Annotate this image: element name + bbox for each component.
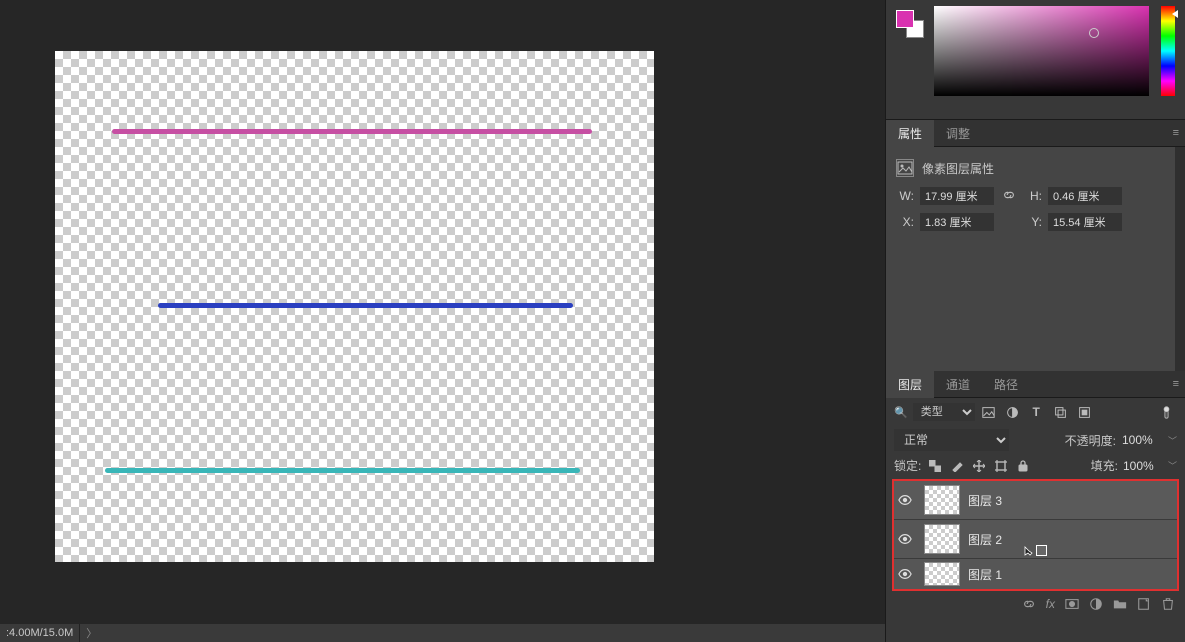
height-field[interactable] (1048, 187, 1122, 205)
mask-icon[interactable] (1065, 597, 1079, 614)
status-bar: :4.00M/15.0M 〉 (0, 624, 885, 642)
tab-properties[interactable]: 属性 (886, 120, 934, 147)
canvas-workspace: :4.00M/15.0M 〉 (0, 0, 885, 642)
properties-tab-row: 属性 调整 ≡ (886, 120, 1185, 147)
opacity-label: 不透明度: (1065, 432, 1116, 449)
link-layers-icon[interactable] (1022, 597, 1036, 614)
layer-thumbnail[interactable] (924, 562, 960, 586)
color-field-cursor (1089, 28, 1099, 38)
filter-adjustment-icon[interactable] (1002, 404, 1023, 421)
tab-channels[interactable]: 通道 (934, 371, 982, 398)
lock-all-icon[interactable] (1014, 457, 1031, 474)
layer-row[interactable]: 图层 2 (894, 520, 1177, 559)
adjustment-layer-icon[interactable] (1089, 597, 1103, 614)
layers-bottom-toolbar: fx (886, 591, 1185, 620)
document-canvas[interactable] (55, 51, 654, 562)
filter-pixel-icon[interactable] (978, 404, 999, 421)
brush-stroke-blue (158, 303, 573, 308)
layer-name[interactable]: 图层 1 (968, 566, 1002, 583)
visibility-toggle-icon[interactable] (894, 532, 916, 546)
tab-adjustments[interactable]: 调整 (934, 120, 982, 147)
filter-type-icon[interactable]: T (1026, 404, 1047, 421)
layer-filter-type[interactable]: 类型 (913, 403, 975, 421)
filter-smart-icon[interactable] (1074, 404, 1095, 421)
layer-name[interactable]: 图层 3 (968, 492, 1002, 509)
filter-toggle-icon[interactable] (1156, 404, 1177, 421)
pixel-layer-icon (896, 159, 914, 177)
color-panel (886, 0, 1185, 120)
layers-tab-row: 图层 通道 路径 ≡ (886, 371, 1185, 398)
hue-slider[interactable] (1161, 6, 1175, 96)
height-label: H: (1024, 189, 1042, 203)
blend-mode-select[interactable]: 正常 (894, 429, 1009, 451)
y-field[interactable] (1048, 213, 1122, 231)
drag-cursor-icon (1024, 545, 1047, 556)
layers-list: 图层 3 图层 2 图层 1 (892, 479, 1179, 591)
new-layer-icon[interactable] (1137, 597, 1151, 614)
fill-label: 填充: (1091, 457, 1118, 474)
opacity-chevron-icon[interactable]: ﹀ (1168, 434, 1177, 447)
layers-panel-menu-icon[interactable]: ≡ (1173, 378, 1179, 390)
layer-row[interactable]: 图层 1 (894, 559, 1177, 589)
status-expand-icon[interactable]: 〉 (80, 625, 103, 641)
brush-stroke-teal (105, 468, 580, 473)
tab-paths[interactable]: 路径 (982, 371, 1030, 398)
y-label: Y: (1024, 215, 1042, 229)
layer-thumbnail[interactable] (924, 524, 960, 554)
properties-scrollbar[interactable] (1175, 147, 1185, 371)
group-icon[interactable] (1113, 597, 1127, 614)
layers-panel: 🔍 类型 T 正常 不透明度: ﹀ 锁定: (886, 398, 1185, 620)
link-wh-icon[interactable] (1000, 188, 1018, 205)
tab-layers[interactable]: 图层 (886, 371, 934, 398)
lock-transparent-icon[interactable] (926, 457, 943, 474)
filter-shape-icon[interactable] (1050, 404, 1071, 421)
width-label: W: (896, 189, 914, 203)
visibility-toggle-icon[interactable] (894, 493, 916, 507)
fill-chevron-icon[interactable]: ﹀ (1168, 459, 1177, 472)
layer-name[interactable]: 图层 2 (968, 531, 1002, 548)
layer-row[interactable]: 图层 3 (894, 481, 1177, 520)
opacity-field[interactable] (1122, 433, 1160, 447)
properties-panel: 像素图层属性 W: H: X: Y: (886, 147, 1185, 371)
hue-slider-thumb[interactable] (1172, 10, 1178, 18)
panel-menu-icon[interactable]: ≡ (1173, 127, 1179, 139)
delete-icon[interactable] (1161, 597, 1175, 614)
search-icon: 🔍 (894, 406, 908, 419)
doc-size-status[interactable]: :4.00M/15.0M (0, 624, 80, 642)
visibility-toggle-icon[interactable] (894, 567, 916, 581)
lock-label: 锁定: (894, 457, 921, 474)
layer-thumbnail[interactable] (924, 485, 960, 515)
lock-artboard-icon[interactable] (992, 457, 1009, 474)
brush-stroke-magenta (112, 129, 592, 134)
x-field[interactable] (920, 213, 994, 231)
properties-title: 像素图层属性 (922, 160, 994, 177)
right-panel-dock: 属性 调整 ≡ 像素图层属性 W: H: X: Y: (885, 0, 1185, 642)
color-field[interactable] (934, 6, 1149, 96)
lock-position-icon[interactable] (970, 457, 987, 474)
fill-field[interactable] (1123, 459, 1161, 473)
x-label: X: (896, 215, 914, 229)
fx-icon[interactable]: fx (1046, 597, 1055, 614)
width-field[interactable] (920, 187, 994, 205)
foreground-color-swatch[interactable] (896, 10, 914, 28)
lock-pixels-icon[interactable] (948, 457, 965, 474)
color-swatches[interactable] (896, 10, 924, 38)
